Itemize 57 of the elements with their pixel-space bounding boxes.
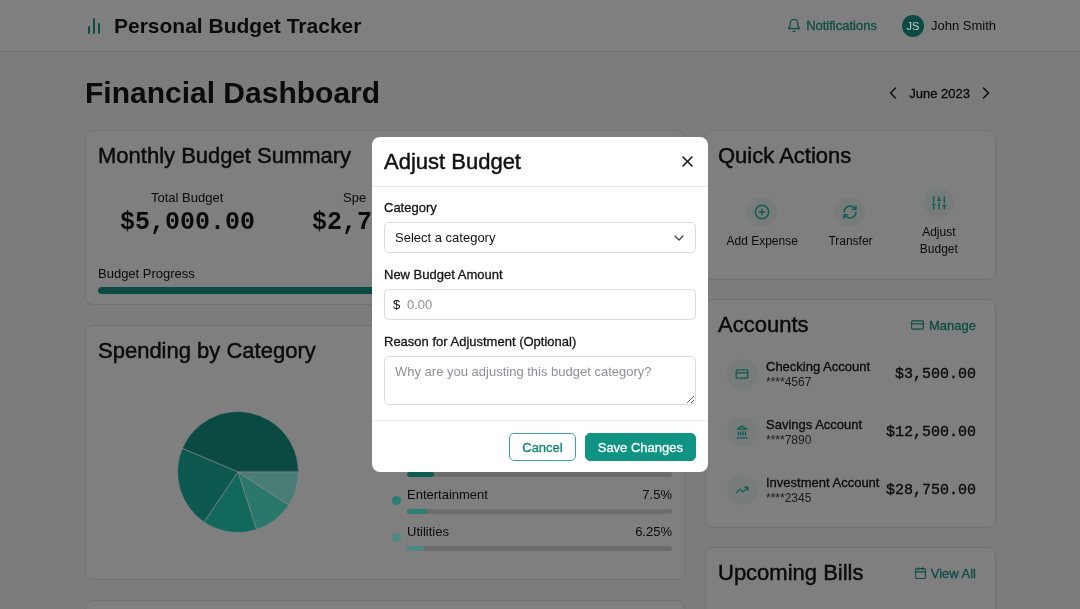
card-title: Upcoming Bills: [718, 559, 864, 587]
credit-card-icon: [911, 320, 924, 330]
dialog-title: Adjust Budget: [384, 147, 521, 176]
sliders-icon: [923, 188, 954, 218]
card-title: Spending by Category: [98, 337, 316, 365]
account-number: ****2345: [766, 490, 812, 506]
bar-chart-icon: [87, 17, 101, 34]
field-label: Category: [384, 199, 437, 217]
currency-symbol: $: [393, 296, 401, 313]
cancel-button[interactable]: Cancel: [509, 433, 576, 461]
account-name: Checking Account: [766, 358, 871, 375]
category-name: Utilities: [407, 523, 449, 541]
progress-label: Budget Progress: [98, 266, 195, 282]
field-label: New Budget Amount: [384, 266, 503, 284]
category-share: 7.5%: [642, 486, 672, 504]
notifications-button[interactable]: Notifications: [788, 18, 877, 33]
app-title: Personal Budget Tracker: [114, 13, 362, 38]
close-icon[interactable]: [682, 156, 693, 167]
user-avatar: JS: [901, 14, 924, 37]
bank-icon: [727, 417, 757, 447]
page-title: Financial Dashboard: [85, 75, 381, 111]
period-label: June 2023: [909, 85, 970, 101]
card-title: Quick Actions: [718, 142, 852, 170]
account-name: Savings Account: [766, 416, 863, 433]
stat-value: $2,7: [312, 208, 372, 238]
stat-label: Total Budget: [151, 190, 224, 206]
chevron-down-icon: [674, 234, 684, 241]
category-name: Entertainment: [407, 486, 488, 504]
stat-label: Spe: [343, 190, 367, 206]
category-share: 6.25%: [635, 523, 672, 541]
credit-card-icon: [727, 359, 757, 389]
account-balance: $28,750.00: [886, 481, 976, 499]
account-number: ****7890: [766, 432, 812, 448]
account-name: Investment Account: [766, 474, 880, 491]
card-title: Monthly Budget Summary: [98, 142, 352, 170]
calendar-icon: [914, 567, 926, 579]
quick-action-button[interactable]: Add Expense: [726, 196, 798, 250]
card-title: Accounts: [718, 311, 809, 339]
plus-circle-icon: [747, 196, 778, 227]
manage-link[interactable]: Manage: [911, 317, 976, 333]
save-button[interactable]: Save Changes: [584, 433, 696, 461]
account-number: ****4567: [766, 374, 812, 390]
quick-action-button[interactable]: Adjust Budget: [902, 188, 976, 258]
account-balance: $12,500.00: [886, 423, 976, 441]
trending-up-icon: [727, 475, 757, 505]
quick-action-button[interactable]: Transfer: [828, 196, 873, 250]
category-select[interactable]: Select a category: [384, 222, 696, 253]
chevron-right-icon[interactable]: [982, 87, 990, 99]
reason-textarea[interactable]: Why are you adjusting this budget category?: [384, 356, 696, 405]
bell-icon: [788, 19, 801, 32]
account-balance: $3,500.00: [895, 365, 976, 383]
view-all-link[interactable]: View All: [914, 565, 976, 581]
stat-value: $5,000.00: [120, 208, 256, 238]
user-name: John Smith: [930, 18, 996, 33]
chevron-left-icon[interactable]: [889, 87, 898, 99]
refresh-icon: [835, 196, 866, 227]
field-label: Reason for Adjustment (Optional): [384, 333, 577, 351]
